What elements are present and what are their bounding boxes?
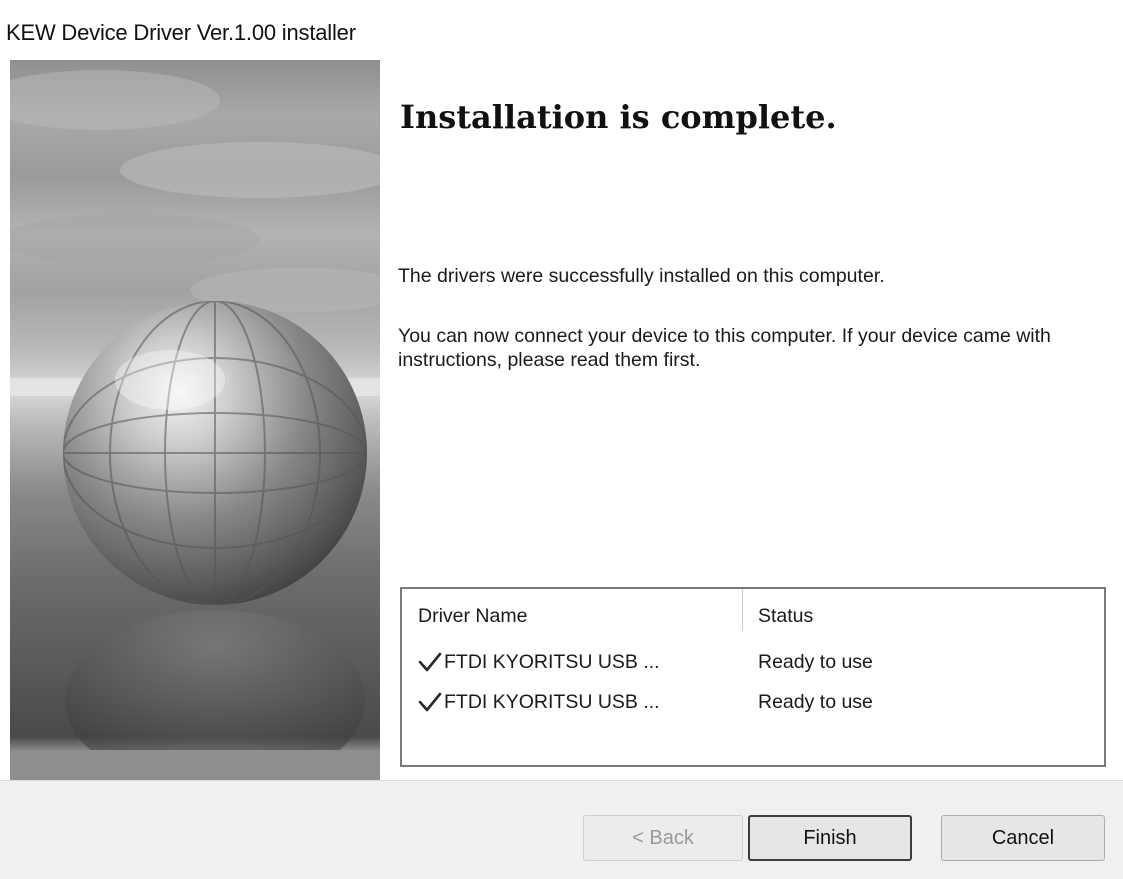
back-button[interactable]: < Back: [583, 815, 743, 861]
globe-banner-image: [10, 70, 380, 780]
finish-button[interactable]: Finish: [748, 815, 912, 861]
title-bar: KEW Device Driver Ver.1.00 installer: [0, 0, 1123, 60]
driver-row[interactable]: FTDI KYORITSU USB ... Ready to use: [402, 647, 1104, 683]
wizard-footer: < Back Finish Cancel: [0, 780, 1123, 879]
installer-window: KEW Device Driver Ver.1.00 installer Ins…: [0, 0, 1123, 879]
instructions-message: You can now connect your device to this …: [398, 325, 1051, 371]
driver-name: FTDI KYORITSU USB ...: [444, 651, 660, 673]
wizard-content: Installation is complete. The drivers we…: [0, 60, 1123, 780]
driver-status: Ready to use: [758, 651, 873, 673]
checkmark-icon: [418, 652, 442, 672]
success-message: The drivers were successfully installed …: [398, 265, 885, 287]
column-header-driver-name[interactable]: Driver Name: [418, 605, 527, 628]
wizard-main-pane: Installation is complete. The drivers we…: [380, 60, 1123, 780]
wizard-side-banner: [10, 60, 380, 780]
driver-row[interactable]: FTDI KYORITSU USB ... Ready to use: [402, 687, 1104, 723]
window-title: KEW Device Driver Ver.1.00 installer: [6, 20, 356, 45]
checkmark-icon: [418, 692, 442, 712]
driver-list-header: Driver Name Status: [402, 589, 1104, 639]
column-header-status[interactable]: Status: [758, 605, 813, 628]
driver-name: FTDI KYORITSU USB ...: [444, 691, 660, 713]
column-divider[interactable]: [742, 589, 743, 631]
page-heading: Installation is complete.: [400, 98, 837, 136]
driver-list[interactable]: Driver Name Status FTDI KYORITSU USB ...…: [400, 587, 1106, 767]
driver-status: Ready to use: [758, 691, 873, 713]
cancel-button[interactable]: Cancel: [941, 815, 1105, 861]
